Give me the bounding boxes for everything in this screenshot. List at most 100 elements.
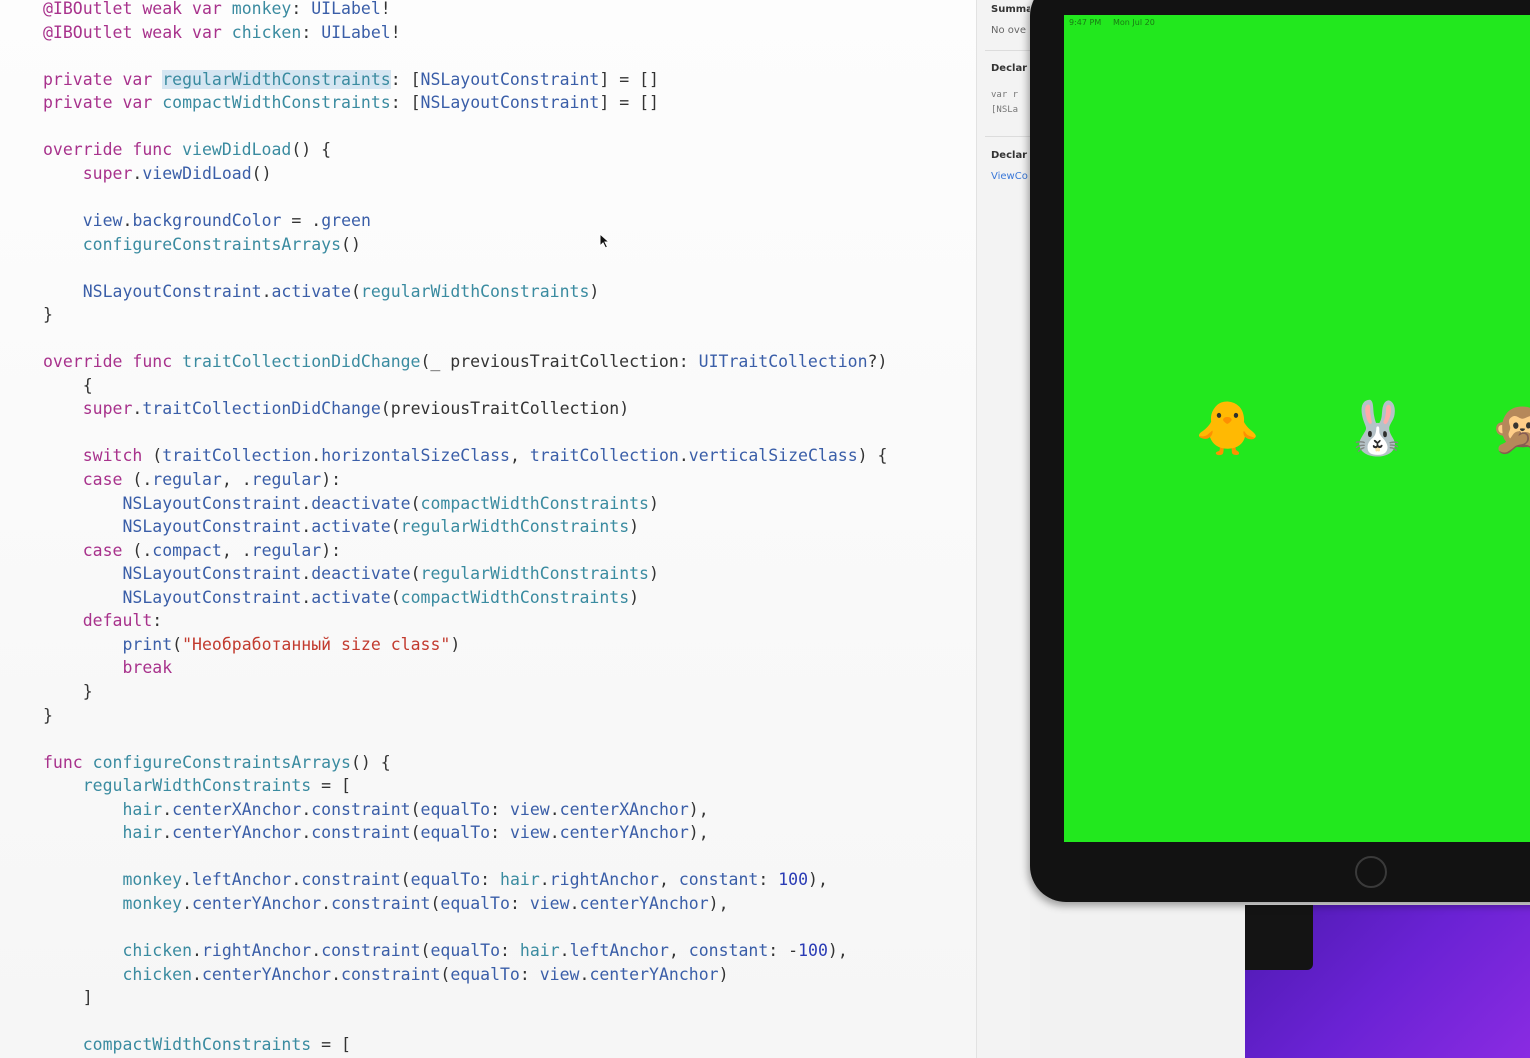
code-token: viewDidLoad — [182, 140, 292, 160]
code-token: activate — [311, 517, 391, 537]
code-token: ! — [390, 22, 401, 42]
code-token: var — [192, 22, 232, 42]
code-token: . — [311, 941, 322, 960]
code-token: viewDidLoad — [142, 163, 252, 183]
code-line[interactable]: override func viewDidLoad() { — [43, 138, 331, 162]
code-token: ), — [808, 870, 828, 890]
code-line[interactable]: configureConstraintsArrays() — [43, 233, 361, 257]
code-token: override — [43, 352, 133, 372]
code-token: view — [539, 964, 580, 984]
code-line[interactable]: hair.centerXAnchor.constraint(equalTo: v… — [43, 798, 709, 822]
code-token: configureConstraintsArrays — [92, 752, 351, 772]
code-line[interactable]: compactWidthConstraints = [ — [43, 1033, 351, 1057]
code-token: equalTo — [420, 799, 491, 819]
code-token: var — [192, 0, 232, 18]
code-token: centerXAnchor — [172, 799, 302, 819]
code-token: ) — [589, 281, 600, 301]
code-token: centerYAnchor — [589, 964, 719, 984]
code-token: . — [559, 941, 570, 960]
code-token: regular — [251, 540, 322, 560]
code-token: . — [301, 587, 312, 607]
code-token: equalTo — [430, 941, 501, 960]
code-line[interactable]: NSLayoutConstraint.deactivate(regularWid… — [43, 562, 658, 586]
code-line[interactable]: @IBOutlet weak var monkey: UILabel! — [43, 0, 391, 21]
code-token: hair — [122, 823, 163, 843]
code-token: var — [122, 93, 163, 113]
code-token: rightAnchor — [201, 941, 312, 960]
code-token: : - — [768, 941, 799, 960]
code-line[interactable]: { — [43, 374, 93, 398]
code-token: . — [192, 941, 202, 960]
code-token: equalTo — [440, 893, 510, 913]
code-token: view — [82, 211, 123, 230]
code-line[interactable]: switch (traitCollection.horizontalSizeCl… — [43, 444, 888, 468]
code-token: constraint — [321, 941, 421, 960]
code-line[interactable]: hair.centerYAnchor.constraint(equalTo: v… — [43, 821, 708, 845]
code-line[interactable]: default: — [43, 609, 162, 633]
code-token: (previousTraitCollection) — [380, 399, 630, 419]
code-token: func — [132, 140, 183, 160]
simulator-screen[interactable]: 9:47 PM Mon Jul 20 🐥 🐰 🙊 — [1064, 15, 1530, 842]
declared-in-heading: Declar — [991, 150, 1028, 161]
code-line[interactable]: override func traitCollectionDidChange(_… — [43, 350, 887, 374]
home-button[interactable] — [1355, 856, 1387, 888]
code-token: NSLayoutConstraint — [122, 517, 302, 537]
code-line[interactable]: NSLayoutConstraint.activate(regularWidth… — [43, 280, 600, 304]
code-line[interactable]: monkey.leftAnchor.constraint(equalTo: ha… — [43, 868, 828, 892]
code-token: break — [122, 658, 173, 678]
code-line[interactable]: } — [43, 704, 53, 728]
code-line[interactable]: monkey.centerYAnchor.constraint(equalTo:… — [43, 892, 728, 916]
code-line[interactable]: regularWidthConstraints = [ — [43, 774, 351, 798]
code-token: . — [301, 823, 312, 843]
code-line[interactable]: chicken.rightAnchor.constraint(equalTo: … — [43, 939, 847, 963]
code-line[interactable]: view.backgroundColor = .green — [43, 209, 371, 233]
code-editor[interactable]: @IBOutlet weak var monkey: UILabel! @IBOu… — [0, 0, 976, 1058]
code-token: ( — [390, 587, 401, 607]
code-token: : — [758, 870, 779, 890]
code-line[interactable]: @IBOutlet weak var chicken: UILabel! — [43, 21, 401, 45]
code-token: } — [43, 682, 93, 701]
code-token: ), — [688, 799, 709, 819]
code-line[interactable]: NSLayoutConstraint.activate(compactWidth… — [43, 586, 639, 610]
code-line[interactable]: super.viewDidLoad() — [43, 162, 272, 186]
code-token: . — [678, 446, 689, 466]
code-line[interactable]: break — [43, 656, 172, 680]
code-token: print — [122, 634, 173, 654]
code-token: . — [301, 493, 312, 513]
code-token: ( — [172, 634, 183, 654]
code-line[interactable]: print("Необработанный size class") — [43, 633, 460, 657]
code-token: leftAnchor — [569, 941, 669, 960]
code-token: super — [82, 399, 133, 419]
code-line[interactable]: case (.compact, .regular): — [43, 539, 341, 563]
code-line[interactable]: NSLayoutConstraint.activate(regularWidth… — [43, 515, 639, 539]
code-token: hair — [519, 941, 560, 960]
code-line[interactable]: func configureConstraintsArrays() { — [43, 751, 391, 775]
code-token: . — [579, 964, 590, 984]
code-line[interactable]: } — [43, 680, 93, 704]
code-line[interactable]: } — [43, 303, 53, 327]
code-token: : — [480, 870, 501, 890]
code-token: () { — [291, 140, 332, 160]
divider — [985, 136, 1031, 137]
code-token: ( — [410, 493, 421, 513]
code-line[interactable]: private var regularWidthConstraints: [NS… — [43, 68, 659, 92]
code-line[interactable]: private var compactWidthConstraints: [NS… — [43, 91, 659, 115]
code-line[interactable]: super.traitCollectionDidChange(previousT… — [43, 397, 629, 421]
code-token: constraint — [331, 893, 431, 913]
code-line[interactable]: case (.regular, .regular): — [43, 468, 341, 492]
declared-in-link[interactable]: ViewCo — [991, 171, 1028, 182]
code-token: UILabel — [321, 22, 391, 42]
code-token: . — [539, 870, 550, 890]
code-line[interactable]: ] — [43, 986, 93, 1010]
code-line[interactable]: chicken.centerYAnchor.constraint(equalTo… — [43, 963, 728, 987]
code-line[interactable]: NSLayoutConstraint.deactivate(compactWid… — [43, 492, 658, 516]
